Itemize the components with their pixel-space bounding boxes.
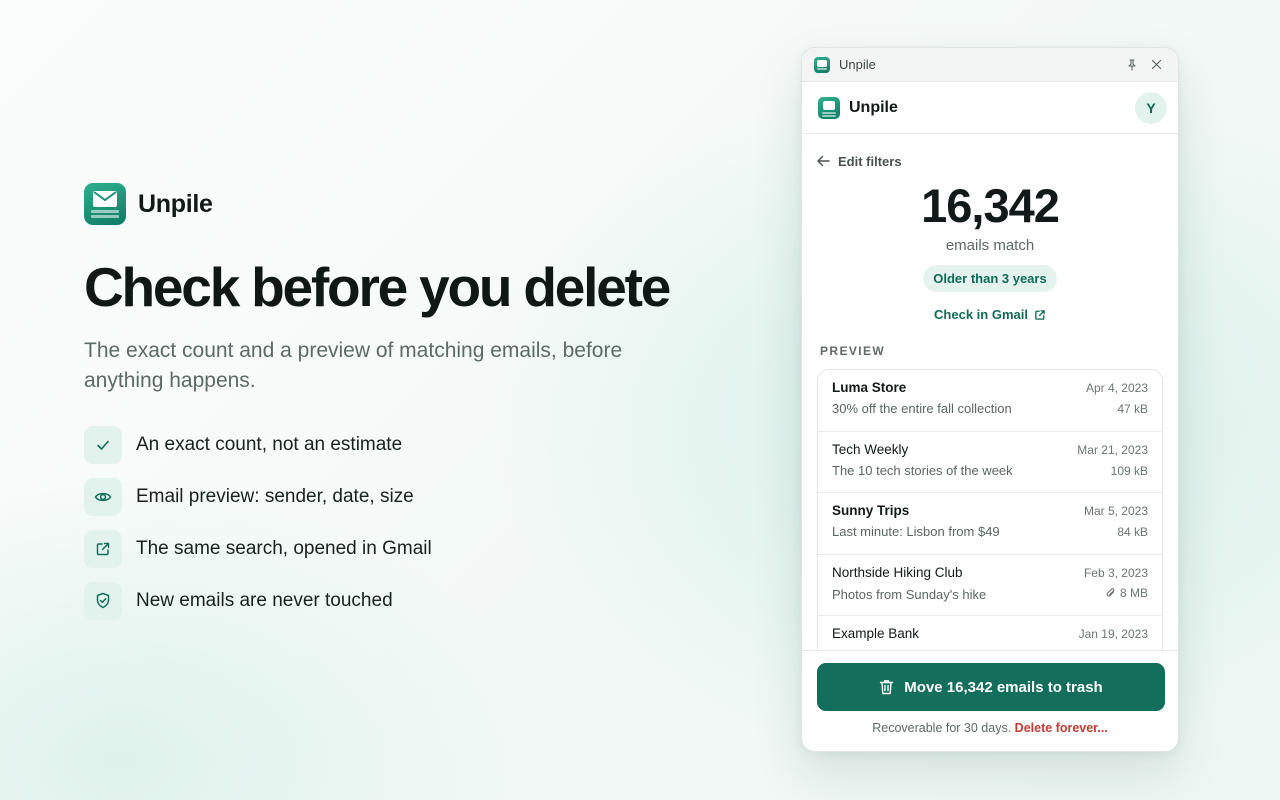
hero-subtitle: The exact count and a preview of matchin… bbox=[84, 338, 623, 392]
external-link-icon bbox=[1035, 309, 1045, 320]
eye-icon bbox=[84, 477, 122, 516]
paperclip-icon bbox=[1106, 587, 1115, 597]
feature-item: New emails are never touched bbox=[84, 581, 704, 620]
external-link-icon bbox=[84, 529, 122, 568]
arrow-left-icon bbox=[817, 155, 830, 167]
feature-list: An exact count, not an estimate Email pr… bbox=[84, 425, 704, 620]
email-preview-list: Luma Store Apr 4, 2023 30% off the entir… bbox=[817, 369, 1163, 679]
email-sender: Tech Weekly bbox=[832, 441, 909, 457]
delete-forever-link[interactable]: Delete forever... bbox=[1015, 721, 1108, 735]
preview-heading: PREVIEW bbox=[820, 344, 886, 358]
email-sender: Sunny Trips bbox=[832, 503, 910, 518]
main-content: Edit filters 16,342 emails match Older t… bbox=[802, 134, 1178, 700]
brand-name: Unpile bbox=[138, 189, 213, 218]
unpile-logo-icon bbox=[84, 183, 126, 225]
unpile-logo-icon bbox=[814, 56, 830, 73]
close-icon[interactable] bbox=[1146, 55, 1166, 75]
app-header: Unpile Y bbox=[802, 82, 1178, 134]
feature-label: New emails are never touched bbox=[136, 589, 393, 611]
feature-label: Email preview: sender, date, size bbox=[136, 485, 414, 507]
match-count: 16,342 bbox=[921, 179, 1060, 232]
check-in-gmail-label: Check in Gmail bbox=[934, 307, 1028, 322]
email-date: Apr 4, 2023 bbox=[1085, 381, 1148, 395]
email-size: 84 kB bbox=[1117, 525, 1148, 539]
pin-icon[interactable] bbox=[1122, 55, 1142, 75]
avatar[interactable]: Y bbox=[1135, 91, 1167, 124]
feature-label: The same search, opened in Gmail bbox=[136, 537, 432, 559]
filter-chip: Older than 3 years bbox=[923, 265, 1057, 292]
email-sender: Luma Store bbox=[832, 380, 907, 395]
list-item[interactable]: Sunny Trips Mar 5, 2023 Last minute: Lis… bbox=[818, 493, 1162, 555]
feature-item: Email preview: sender, date, size bbox=[84, 477, 704, 516]
email-size-wrap: 8 MB bbox=[1106, 586, 1148, 600]
recoverable-note: Recoverable for 30 days. bbox=[872, 721, 1012, 735]
email-size: 47 kB bbox=[1117, 402, 1148, 416]
feature-item: The same search, opened in Gmail bbox=[84, 529, 704, 568]
edit-filters-label: Edit filters bbox=[838, 153, 902, 169]
move-to-trash-button[interactable]: Move 16,342 emails to trash bbox=[817, 663, 1165, 711]
window-title: Unpile bbox=[839, 57, 876, 72]
window-titlebar: Unpile bbox=[802, 48, 1178, 82]
email-size: 109 kB bbox=[1110, 463, 1148, 478]
app-window: Unpile Unpile Y Edit filters 16,342 emai… bbox=[801, 47, 1179, 752]
shield-check-icon bbox=[84, 581, 122, 620]
list-item[interactable]: Luma Store Apr 4, 2023 30% off the entir… bbox=[818, 370, 1162, 432]
action-footer: Move 16,342 emails to trash Recoverable … bbox=[802, 650, 1178, 751]
email-subject: Photos from Sunday's hike bbox=[832, 586, 987, 602]
trash-icon bbox=[880, 680, 894, 695]
email-subject: 30% off the entire fall collection bbox=[832, 401, 1012, 416]
email-date: Feb 3, 2023 bbox=[1083, 565, 1148, 580]
edit-filters-link[interactable]: Edit filters bbox=[817, 153, 902, 169]
email-size: 8 MB bbox=[1119, 585, 1148, 600]
unpile-logo-icon bbox=[818, 96, 840, 119]
footnote: Recoverable for 30 days. Delete forever.… bbox=[817, 721, 1163, 735]
email-sender: Example Bank bbox=[832, 626, 920, 641]
email-sender: Northside Hiking Club bbox=[832, 564, 963, 580]
email-date: Mar 21, 2023 bbox=[1077, 442, 1148, 457]
check-in-gmail-link[interactable]: Check in Gmail bbox=[817, 307, 1163, 322]
feature-item: An exact count, not an estimate bbox=[84, 425, 704, 464]
match-count-label: emails match bbox=[945, 237, 1035, 254]
app-title: Unpile bbox=[849, 98, 898, 116]
check-icon bbox=[84, 425, 122, 464]
move-to-trash-label: Move 16,342 emails to trash bbox=[904, 678, 1103, 696]
email-subject: The 10 tech stories of the week bbox=[832, 462, 1013, 478]
feature-label: An exact count, not an estimate bbox=[136, 433, 403, 455]
list-item[interactable]: Northside Hiking Club Feb 3, 2023 Photos… bbox=[818, 555, 1162, 616]
list-item[interactable]: Tech Weekly Mar 21, 2023 The 10 tech sto… bbox=[818, 432, 1162, 493]
hero-title: Check before you delete bbox=[84, 256, 671, 318]
email-subject: Last minute: Lisbon from $49 bbox=[832, 524, 1000, 539]
email-date: Jan 19, 2023 bbox=[1078, 627, 1148, 641]
brand: Unpile bbox=[84, 183, 704, 225]
hero-section: Unpile Check before you delete The exact… bbox=[84, 183, 704, 634]
email-date: Mar 5, 2023 bbox=[1083, 504, 1148, 518]
